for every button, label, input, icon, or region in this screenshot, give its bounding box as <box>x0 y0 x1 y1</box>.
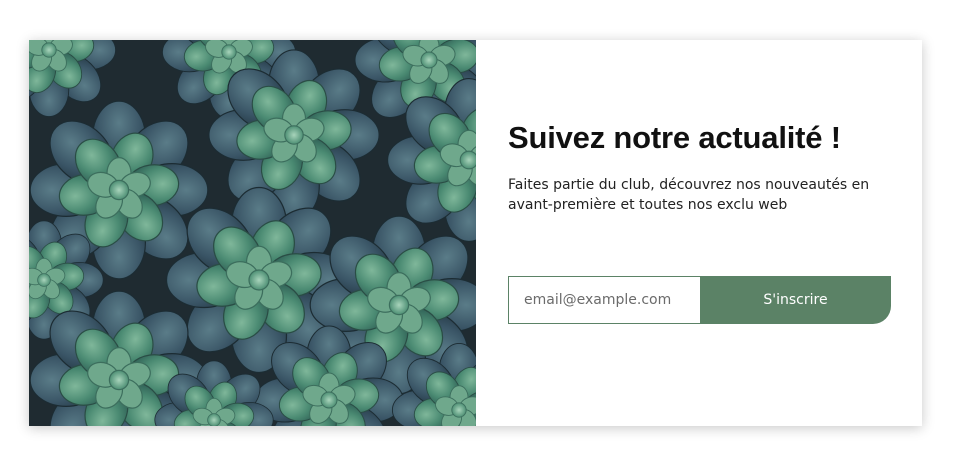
newsletter-card: Suivez notre actualité ! Faites partie d… <box>29 40 922 426</box>
newsletter-title: Suivez notre actualité ! <box>508 120 841 155</box>
subscribe-button[interactable]: S'inscrire <box>700 276 891 324</box>
newsletter-content: Suivez notre actualité ! Faites partie d… <box>476 40 922 426</box>
newsletter-form: S'inscrire <box>508 276 891 324</box>
email-input[interactable] <box>508 276 700 324</box>
succulent-plants-photo <box>29 40 476 426</box>
succulents-illustration <box>29 40 476 426</box>
newsletter-description: Faites partie du club, découvrez nos nou… <box>508 177 870 213</box>
